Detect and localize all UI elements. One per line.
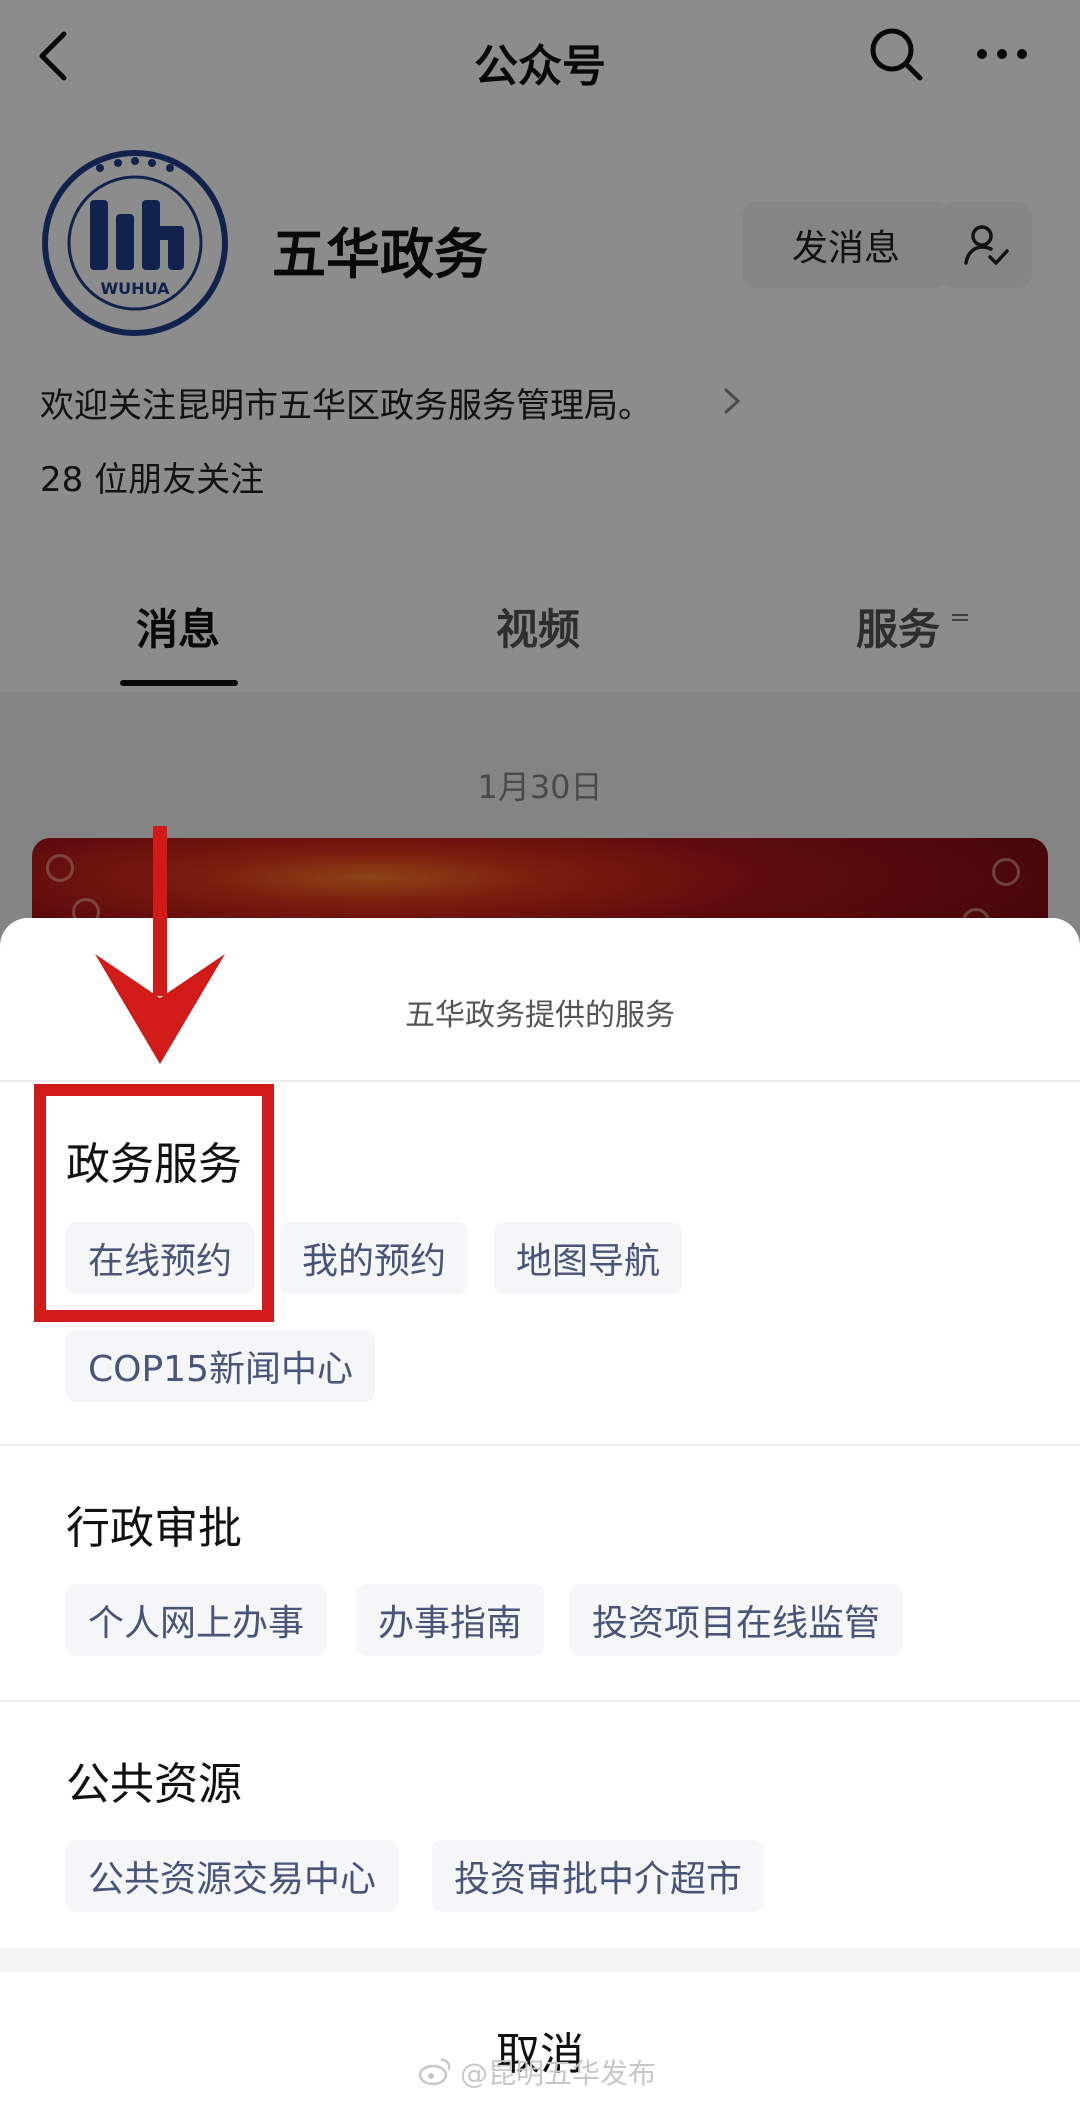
section-title-admin-approval: 行政审批: [66, 1503, 242, 1554]
service-cop15-news-center[interactable]: COP15新闻中心: [66, 1330, 375, 1402]
service-map-navigation[interactable]: 地图导航: [494, 1222, 683, 1294]
arrow-down-icon: [95, 826, 225, 1064]
divider: [0, 1080, 1080, 1082]
section-title-public-resources: 公共资源: [66, 1759, 242, 1810]
divider: [0, 1444, 1080, 1446]
service-intermediary-market[interactable]: 投资审批中介超市: [432, 1840, 765, 1912]
weibo-icon: [418, 2058, 451, 2086]
watermark-text: @昆明五华发布: [460, 2057, 657, 2090]
service-public-resource-trading[interactable]: 公共资源交易中心: [66, 1840, 399, 1912]
sheet-separator: [0, 1948, 1080, 1972]
service-investment-monitoring[interactable]: 投资项目在线监管: [570, 1584, 903, 1656]
divider: [0, 1700, 1080, 1702]
watermark: @昆明五华发布: [418, 2052, 656, 2092]
service-my-bookings[interactable]: 我的预约: [280, 1222, 469, 1294]
service-personal-online[interactable]: 个人网上办事: [66, 1584, 327, 1656]
highlight-box: [34, 1084, 274, 1322]
service-guide[interactable]: 办事指南: [356, 1584, 545, 1656]
